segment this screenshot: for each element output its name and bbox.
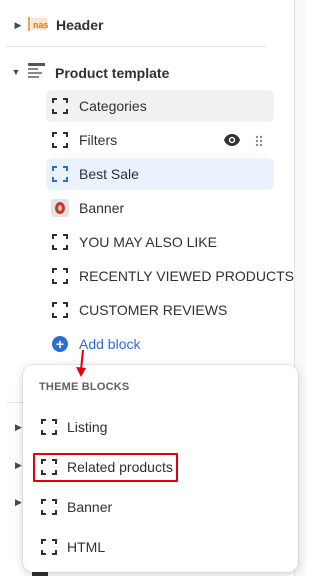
popover-heading: THEME BLOCKS <box>39 381 130 393</box>
block-item-best-sale[interactable]: Best Sale <box>46 158 274 190</box>
svg-text:nas: nas <box>33 20 48 30</box>
section-header[interactable]: ▶ nas Header <box>0 10 292 40</box>
theme-block-label: Banner <box>67 499 113 515</box>
section-product-template[interactable]: ▼ Product template <box>0 57 292 87</box>
block-item-label: Filters <box>79 132 118 148</box>
eye-icon[interactable] <box>223 133 241 147</box>
annotation-arrow-icon <box>76 349 88 378</box>
block-item-label: RECENTLY VIEWED PRODUCTS <box>79 268 294 284</box>
caret-down-icon[interactable]: ▼ <box>11 67 21 77</box>
block-icon <box>52 268 68 284</box>
block-item-label: CUSTOMER REVIEWS <box>79 302 228 318</box>
caret-right-icon[interactable]: ▶ <box>15 422 22 433</box>
theme-block-html[interactable]: HTML <box>33 531 288 563</box>
block-item-recently-viewed[interactable]: RECENTLY VIEWED PRODUCTS <box>46 260 294 292</box>
block-item-banner[interactable]: Banner <box>46 192 274 224</box>
block-icon <box>52 302 68 318</box>
block-icon <box>52 132 68 148</box>
block-icon <box>52 166 68 182</box>
block-icon <box>41 419 57 435</box>
block-item-you-may-also-like[interactable]: YOU MAY ALSO LIKE <box>46 226 274 258</box>
section-product-template-label: Product template <box>55 65 170 81</box>
theme-block-banner[interactable]: Banner <box>33 491 288 523</box>
block-item-label: Categories <box>79 98 147 114</box>
theme-blocks-popover: THEME BLOCKS Listing Related products Ba… <box>23 365 298 572</box>
theme-block-label: Listing <box>67 419 108 435</box>
theme-block-label: HTML <box>67 539 106 555</box>
add-block-button[interactable]: + Add block <box>52 333 140 355</box>
block-icon <box>41 539 57 555</box>
block-icon <box>52 234 68 250</box>
caret-right-icon[interactable]: ▶ <box>15 497 22 508</box>
caret-right-icon[interactable]: ▶ <box>15 460 22 471</box>
block-item-label: Banner <box>79 200 125 216</box>
block-item-label: YOU MAY ALSO LIKE <box>79 234 217 250</box>
annotation-highlight-box <box>33 453 178 482</box>
header-section-icon: nas <box>28 16 49 32</box>
section-divider <box>6 46 266 47</box>
theme-block-listing[interactable]: Listing <box>33 411 288 443</box>
banner-thumbnail-icon <box>51 199 69 217</box>
template-section-icon <box>27 62 47 80</box>
block-item-customer-reviews[interactable]: CUSTOMER REVIEWS <box>46 294 274 326</box>
block-icon <box>52 98 68 114</box>
add-block-label: Add block <box>79 336 141 352</box>
drag-handle-icon[interactable] <box>255 134 263 147</box>
caret-right-icon[interactable]: ▶ <box>13 20 23 30</box>
section-header-label: Header <box>56 17 104 33</box>
block-icon <box>41 499 57 515</box>
plus-circle-icon: + <box>52 336 68 352</box>
block-item-categories[interactable]: Categories <box>46 90 274 122</box>
block-item-filters[interactable]: Filters <box>46 124 274 156</box>
block-item-label: Best Sale <box>79 166 139 182</box>
